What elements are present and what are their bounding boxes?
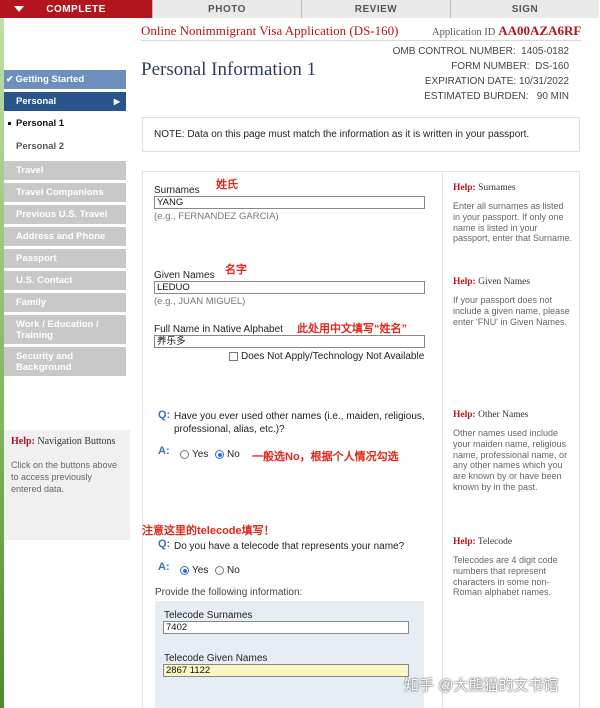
annotation-telecode: 注意这里的telecode填写！ xyxy=(142,525,275,537)
app-title: Online Nonimmigrant Visa Application (DS… xyxy=(141,23,399,38)
annotation-surnames: 姓氏 xyxy=(216,179,238,191)
sidebar-item-address-phone[interactable]: Address and Phone xyxy=(4,227,126,246)
provide-info-label: Provide the following information: xyxy=(155,587,303,598)
telecode-question: Do you have a telecode that represents y… xyxy=(174,541,405,552)
sidebar-item-passport[interactable]: Passport xyxy=(4,249,126,268)
surnames-input[interactable]: YANG xyxy=(154,196,425,209)
tab-sign[interactable]: SIGN xyxy=(450,0,599,18)
no-label: No xyxy=(227,565,240,576)
no-label: No xyxy=(227,449,240,460)
help-body: Telecodes are 4 digit code numbers that … xyxy=(453,555,558,598)
help-title: Help: Other Names xyxy=(453,410,529,420)
sidebar-item-work-education[interactable]: Work / Education / Training xyxy=(4,315,126,344)
given-names-hint: (e.g., JUAN MIGUEL) xyxy=(154,296,246,307)
answer-mark: A: xyxy=(158,445,170,457)
native-name-input[interactable]: 养乐多 xyxy=(154,335,425,348)
divider xyxy=(141,40,581,41)
sidebar-item-personal-2[interactable]: Personal 2 xyxy=(4,137,126,156)
help-title: Help: Surnames xyxy=(453,183,516,193)
watermark: 知乎 @大熊猫的文书馆 xyxy=(404,677,559,694)
telecode-surnames-input[interactable]: 7402 xyxy=(163,621,409,634)
sidebar-item-travel-companions[interactable]: Travel Companions xyxy=(4,183,126,202)
annotation-native-name: 此处用中文填写“姓名” xyxy=(297,323,407,335)
help-body: If your passport does not include a give… xyxy=(453,295,570,327)
help-title: Help: Given Names xyxy=(453,277,531,287)
given-names-label: Given Names xyxy=(154,270,215,281)
help-title: Help: Navigation Buttons xyxy=(11,436,116,447)
check-icon: ✔ xyxy=(6,74,14,84)
telecode-yes-option[interactable]: Yes xyxy=(180,565,208,576)
telecode-surnames-label: Telecode Surnames xyxy=(164,610,253,621)
help-body: Enter all surnames as listed in your pas… xyxy=(453,201,573,244)
sidebar-item-label: Getting Started xyxy=(15,74,85,85)
other-names-yes-radio[interactable] xyxy=(180,450,189,459)
given-names-input[interactable]: LEDUO xyxy=(154,281,425,294)
help-title: Help: Telecode xyxy=(453,537,513,547)
sidebar-item-label: Personal xyxy=(16,96,57,107)
help-body: Other names used include your maiden nam… xyxy=(453,428,568,492)
does-not-apply-checkbox[interactable] xyxy=(229,352,238,361)
sidebar-item-previous-us-travel[interactable]: Previous U.S. Travel xyxy=(4,205,126,224)
other-names-question: Have you ever used other names (i.e., ma… xyxy=(174,411,425,435)
help-other-names: Help: Other Names Other names used inclu… xyxy=(453,410,573,493)
help-body: Click on the buttons above to access pre… xyxy=(11,460,118,494)
sidebar-item-travel[interactable]: Travel xyxy=(4,161,126,180)
native-name-label: Full Name in Native Alphabet xyxy=(154,324,283,335)
sidebar-item-getting-started[interactable]: ✔ Getting Started xyxy=(4,70,126,89)
omb-info: OMB CONTROL NUMBER: 1405-0182 FORM NUMBE… xyxy=(392,46,569,102)
telecode-no-option[interactable]: No xyxy=(215,565,240,576)
passport-note: NOTE: Data on this page must match the i… xyxy=(142,117,580,152)
help-given-names: Help: Given Names If your passport does … xyxy=(453,277,573,327)
sidebar-item-personal-1[interactable]: Personal 1 xyxy=(4,114,126,133)
other-names-yes-option[interactable]: Yes xyxy=(180,449,208,460)
annotation-other-names: 一般选No，根据个人情况勾选 xyxy=(252,451,399,463)
question-mark: Q: xyxy=(158,538,171,550)
sidebar-item-security-background[interactable]: Security and Background xyxy=(4,347,126,376)
telecode-yes-radio[interactable] xyxy=(180,566,189,575)
sidebar-item-personal[interactable]: Personal ▶ xyxy=(4,92,126,111)
surnames-hint: (e.g., FERNANDEZ GARCIA) xyxy=(154,211,279,222)
top-nav: COMPLETE PHOTO REVIEW SIGN xyxy=(0,0,600,18)
telecode-given-names-input[interactable]: 2867 1122 xyxy=(163,664,409,677)
other-names-no-option[interactable]: No xyxy=(215,449,240,460)
does-not-apply-label: Does Not Apply/Technology Not Available xyxy=(241,351,425,362)
other-names-no-radio[interactable] xyxy=(215,450,224,459)
sidebar-item-family[interactable]: Family xyxy=(4,293,126,312)
yes-label: Yes xyxy=(192,449,209,460)
sidebar: ✔ Getting Started Personal ▶ Personal 1 … xyxy=(4,70,126,376)
telecode-given-names-label: Telecode Given Names xyxy=(164,653,268,664)
annotation-given-names: 名字 xyxy=(225,264,247,276)
answer-mark: A: xyxy=(158,561,170,573)
page-title: Personal Information 1 xyxy=(141,59,317,80)
does-not-apply-checkbox-row[interactable]: Does Not Apply/Technology Not Available xyxy=(229,351,424,362)
tab-review[interactable]: REVIEW xyxy=(301,0,450,18)
help-telecode: Help: Telecode Telecodes are 4 digit cod… xyxy=(453,537,573,598)
application-id: Application ID AA00AZA6RF xyxy=(432,23,582,38)
surnames-label: Surnames xyxy=(154,185,200,196)
telecode-no-radio[interactable] xyxy=(215,566,224,575)
tab-photo[interactable]: PHOTO xyxy=(152,0,301,18)
help-surnames: Help: Surnames Enter all surnames as lis… xyxy=(453,183,573,244)
help-navigation-panel: Help: Navigation Buttons Click on the bu… xyxy=(4,430,130,540)
sidebar-item-us-contact[interactable]: U.S. Contact xyxy=(4,271,126,290)
tab-complete[interactable]: COMPLETE xyxy=(0,0,152,18)
yes-label: Yes xyxy=(192,565,209,576)
chevron-right-icon: ▶ xyxy=(113,97,120,106)
question-mark: Q: xyxy=(158,409,171,421)
